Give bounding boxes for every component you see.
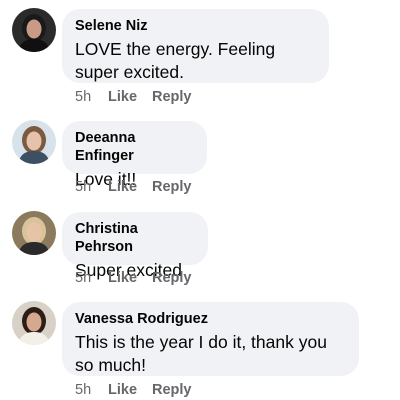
comment-bubble: Deeanna Enfinger Love it!! xyxy=(62,121,207,189)
comment-actions: 5h Like Reply xyxy=(75,270,192,286)
avatar-face xyxy=(26,19,42,39)
comment-author[interactable]: Deeanna Enfinger xyxy=(75,129,194,165)
avatar-face xyxy=(26,131,42,151)
comment-actions: 5h Like Reply xyxy=(75,382,192,398)
comment-timestamp[interactable]: 5h xyxy=(75,179,108,195)
avatar[interactable] xyxy=(12,8,56,52)
comment-timestamp[interactable]: 5h xyxy=(75,89,108,105)
avatar[interactable] xyxy=(12,301,56,345)
avatar-face xyxy=(26,312,42,332)
avatar-photo xyxy=(12,301,56,345)
comment-text: LOVE the energy. Feeling super excited. xyxy=(75,39,276,82)
comment-author[interactable]: Vanessa Rodriguez xyxy=(75,310,346,328)
like-button[interactable]: Like xyxy=(108,89,152,105)
comment-bubble: Christina Pehrson Super excited xyxy=(62,212,208,280)
comment-actions: 5h Like Reply xyxy=(75,179,192,195)
comment-bubble: Vanessa Rodriguez This is the year I do … xyxy=(62,302,359,376)
like-button[interactable]: Like xyxy=(108,270,152,286)
avatar[interactable] xyxy=(12,211,56,255)
avatar-face xyxy=(26,222,42,242)
comment-text: This is the year I do it, thank you so m… xyxy=(75,332,327,375)
comment-bubble: Selene Niz LOVE the energy. Feeling supe… xyxy=(62,9,329,83)
comment-actions: 5h Like Reply xyxy=(75,89,192,105)
like-button[interactable]: Like xyxy=(108,179,152,195)
comment-author[interactable]: Selene Niz xyxy=(75,17,316,35)
like-button[interactable]: Like xyxy=(108,382,152,398)
avatar-photo xyxy=(12,211,56,255)
avatar-photo xyxy=(12,120,56,164)
avatar[interactable] xyxy=(12,120,56,164)
reply-button[interactable]: Reply xyxy=(152,270,192,286)
comment-timestamp[interactable]: 5h xyxy=(75,382,108,398)
avatar-photo xyxy=(12,8,56,52)
comment-timestamp[interactable]: 5h xyxy=(75,270,108,286)
reply-button[interactable]: Reply xyxy=(152,382,192,398)
reply-button[interactable]: Reply xyxy=(152,179,192,195)
comment-author[interactable]: Christina Pehrson xyxy=(75,220,195,256)
reply-button[interactable]: Reply xyxy=(152,89,192,105)
